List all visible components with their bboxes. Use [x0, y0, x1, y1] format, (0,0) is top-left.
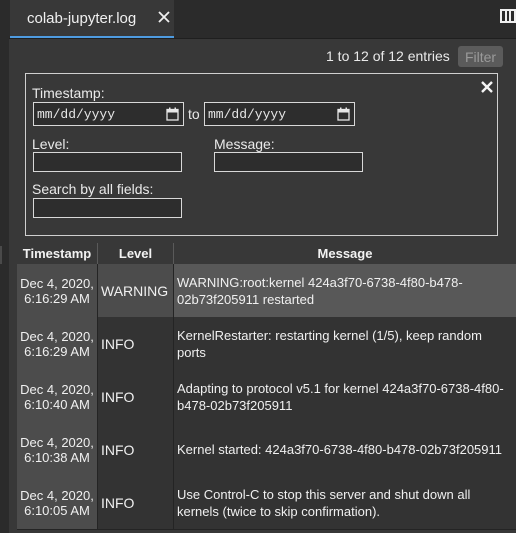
level-cell: WARNING	[101, 282, 169, 299]
column-header-level[interactable]: Level	[98, 246, 173, 261]
level-cell: INFO	[101, 388, 135, 405]
level-cell: INFO	[101, 441, 135, 458]
level-label: Level:	[32, 136, 70, 152]
log-viewer-window: colab-jupyter.log 1 to 12 of 12 entries …	[0, 0, 516, 533]
timestamp-cell: Dec 4, 2020, 6:10:40 AM	[17, 370, 97, 423]
search-all-input[interactable]	[33, 198, 182, 218]
table-row[interactable]: Dec 4, 2020, 6:10:05 AM INFO Use Control…	[17, 476, 516, 530]
close-icon[interactable]	[480, 80, 494, 94]
level-input[interactable]	[33, 152, 182, 172]
column-header-message[interactable]: Message	[174, 246, 516, 261]
left-gutter	[0, 38, 9, 533]
message-cell: Use Control-C to stop this server and sh…	[177, 486, 471, 519]
close-icon[interactable]	[156, 9, 172, 25]
calendar-icon[interactable]	[166, 107, 179, 121]
to-label: to	[188, 106, 200, 122]
panel-toggle-icon[interactable]	[500, 9, 516, 23]
date-to-value: mm/dd/yyyy	[208, 107, 287, 122]
timestamp-cell: Dec 4, 2020, 6:10:38 AM	[17, 423, 97, 476]
message-cell: WARNING:root:kernel 424a3f70-6738-4f80-b…	[174, 264, 516, 317]
column-header-timestamp[interactable]: Timestamp	[17, 246, 97, 261]
message-cell: Kernel started: 424a3f70-6738-4f80-b478-…	[177, 442, 503, 457]
message-input[interactable]	[214, 152, 363, 172]
timestamp-cell: Dec 4, 2020, 6:10:05 AM	[17, 476, 97, 529]
filter-button[interactable]: Filter	[458, 46, 503, 67]
message-label: Message:	[214, 136, 275, 152]
level-cell: INFO	[101, 494, 135, 511]
table-row[interactable]: Dec 4, 2020, 6:10:40 AM INFO Adapting to…	[17, 370, 516, 424]
tab-colab-jupyter-log[interactable]: colab-jupyter.log	[10, 0, 174, 38]
table-row[interactable]: Dec 4, 2020, 6:16:29 AM INFO KernelResta…	[17, 317, 516, 371]
table-row[interactable]: Dec 4, 2020, 6:16:29 AM WARNING WARNING:…	[17, 264, 516, 318]
timestamp-cell: Dec 4, 2020, 6:16:29 AM	[17, 317, 97, 370]
tab-bar: colab-jupyter.log	[0, 0, 516, 39]
date-to-field[interactable]: mm/dd/yyyy	[204, 102, 355, 126]
message-cell: Adapting to protocol v5.1 for kernel 424…	[177, 380, 504, 413]
timestamp-cell: Dec 4, 2020, 6:16:29 AM	[20, 275, 94, 306]
timestamp-label: Timestamp:	[32, 85, 105, 101]
search-all-label: Search by all fields:	[32, 181, 154, 197]
date-from-field[interactable]: mm/dd/yyyy	[33, 102, 184, 126]
date-from-value: mm/dd/yyyy	[37, 107, 116, 122]
table-header: Timestamp Level Message	[17, 243, 516, 265]
level-cell: INFO	[101, 335, 135, 352]
calendar-icon[interactable]	[337, 107, 350, 121]
gutter-handle[interactable]	[0, 246, 2, 264]
tab-title: colab-jupyter.log	[27, 10, 137, 27]
entries-count: 1 to 12 of 12 entries	[326, 48, 450, 64]
table-row[interactable]: Dec 4, 2020, 6:10:38 AM INFO Kernel star…	[17, 423, 516, 477]
message-cell: KernelRestarter: restarting kernel (1/5)…	[177, 327, 482, 360]
